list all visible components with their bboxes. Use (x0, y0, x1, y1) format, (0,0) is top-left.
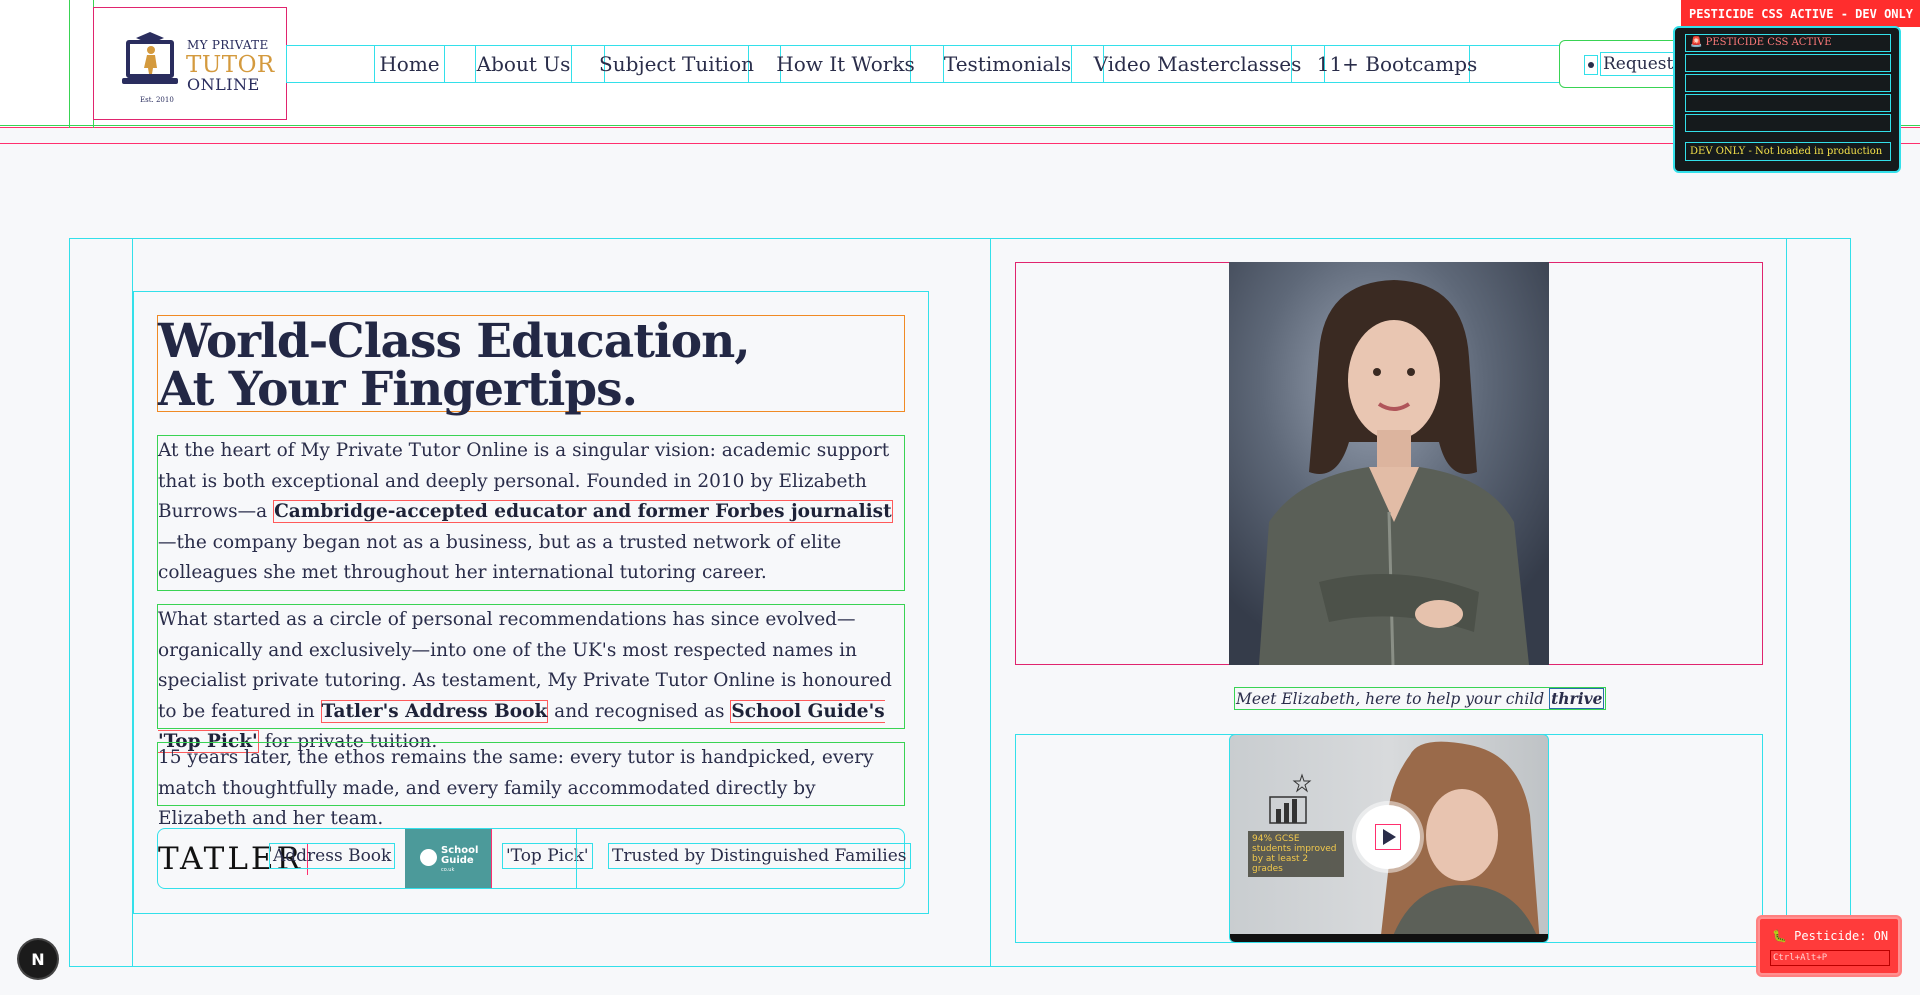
pesticide-panel-title: 🚨 PESTICIDE CSS ACTIVE (1685, 34, 1891, 52)
address-book-label: Address Book (269, 843, 396, 869)
headline-line: World-Class Education, (158, 314, 751, 369)
trust-badges: TATLER Address Book School Guide co.uk '… (157, 828, 911, 889)
school-guide-logo: School Guide co.uk (405, 829, 492, 888)
caption-emphasis: thrive (1549, 688, 1605, 709)
about-paragraph: 15 years later, the ethos remains the sa… (157, 742, 905, 829)
laptop-graduate-icon (122, 32, 178, 84)
school-guide-sub: co.uk (441, 867, 455, 873)
intro-video[interactable]: 94% GCSE students improved by at least 2… (1229, 734, 1549, 943)
about-paragraph: At the heart of My Private Tutor Online … (157, 435, 905, 591)
logo-est: Est. 2010 (140, 96, 174, 104)
guide-line (69, 0, 70, 128)
paragraph-text: —the company began not as a business, bu… (158, 531, 842, 584)
school-guide-text: School Guide (441, 846, 478, 866)
nav-subject-tuition[interactable]: Subject Tuition (599, 45, 754, 83)
highlight-text: Cambridge-accepted educator and former F… (273, 500, 893, 523)
top-pick-label: 'Top Pick' (502, 843, 593, 869)
pesticide-panel-row (1685, 54, 1891, 72)
about-paragraph: What started as a circle of personal rec… (157, 604, 905, 753)
pesticide-panel-row (1685, 114, 1891, 132)
nav-testimonials[interactable]: Testimonials (943, 45, 1072, 83)
school-guide-line: Guide (441, 855, 474, 866)
paragraph-text: and recognised as (548, 700, 731, 722)
pesticide-panel: 🚨 PESTICIDE CSS ACTIVE DEV ONLY - Not lo… (1673, 26, 1901, 173)
nav-video-masterclasses[interactable]: Video Masterclasses (1094, 45, 1301, 83)
pesticide-panel-row (1685, 74, 1891, 92)
trusted-label: Trusted by Distinguished Families (608, 843, 911, 869)
pesticide-toggle-button[interactable]: 🐛 Pesticide: ON Ctrl+Alt+P (1758, 917, 1900, 975)
site-logo[interactable]: MY PRIVATE TUTOR ONLINE Est. 2010 (93, 7, 287, 120)
logo-text: MY PRIVATE (187, 38, 269, 52)
guide-line (990, 238, 991, 967)
nav-11-plus-bootcamps[interactable]: 11+ Bootcamps (1317, 45, 1477, 83)
caption-text: Meet Elizabeth, here to help your child (1236, 690, 1550, 708)
nav-home[interactable]: Home (374, 45, 445, 83)
play-icon (1375, 824, 1401, 850)
hero-headline: World-Class Education, At Your Fingertip… (157, 314, 905, 414)
guide-line (0, 125, 1920, 126)
bullet-icon (1584, 55, 1598, 75)
request-consultation-button[interactable]: Request F (1559, 40, 1689, 88)
highlight-text: Tatler's Address Book (320, 699, 549, 723)
founder-caption: Meet Elizabeth, here to help your child … (1234, 687, 1607, 710)
video-progress-bar[interactable] (1230, 934, 1548, 942)
founder-photo (1229, 262, 1549, 665)
guide-line (0, 143, 1920, 144)
divider (576, 829, 577, 888)
pesticide-tag: PESTICIDE CSS ACTIVE - DEV ONLY (1681, 0, 1920, 27)
play-button[interactable] (1356, 805, 1420, 869)
logo-text: ONLINE (187, 75, 260, 94)
nav-how-it-works[interactable]: How It Works (776, 45, 915, 83)
school-guide-icon (420, 849, 437, 866)
pesticide-shortcut: Ctrl+Alt+P (1770, 950, 1890, 966)
nav-about-us[interactable]: About Us (475, 45, 572, 83)
nextjs-dev-badge[interactable]: N (19, 940, 57, 978)
pesticide-panel-row (1685, 94, 1891, 112)
pesticide-toggle-label: 🐛 Pesticide: ON (1772, 929, 1889, 943)
guide-line (1786, 238, 1787, 967)
headline-line: At Your Fingertips. (158, 362, 638, 417)
founder-portrait-image (1229, 262, 1549, 665)
pesticide-panel-footer: DEV ONLY - Not loaded in production (1685, 142, 1891, 161)
video-stat-badge: 94% GCSE students improved by at least 2… (1248, 831, 1344, 877)
